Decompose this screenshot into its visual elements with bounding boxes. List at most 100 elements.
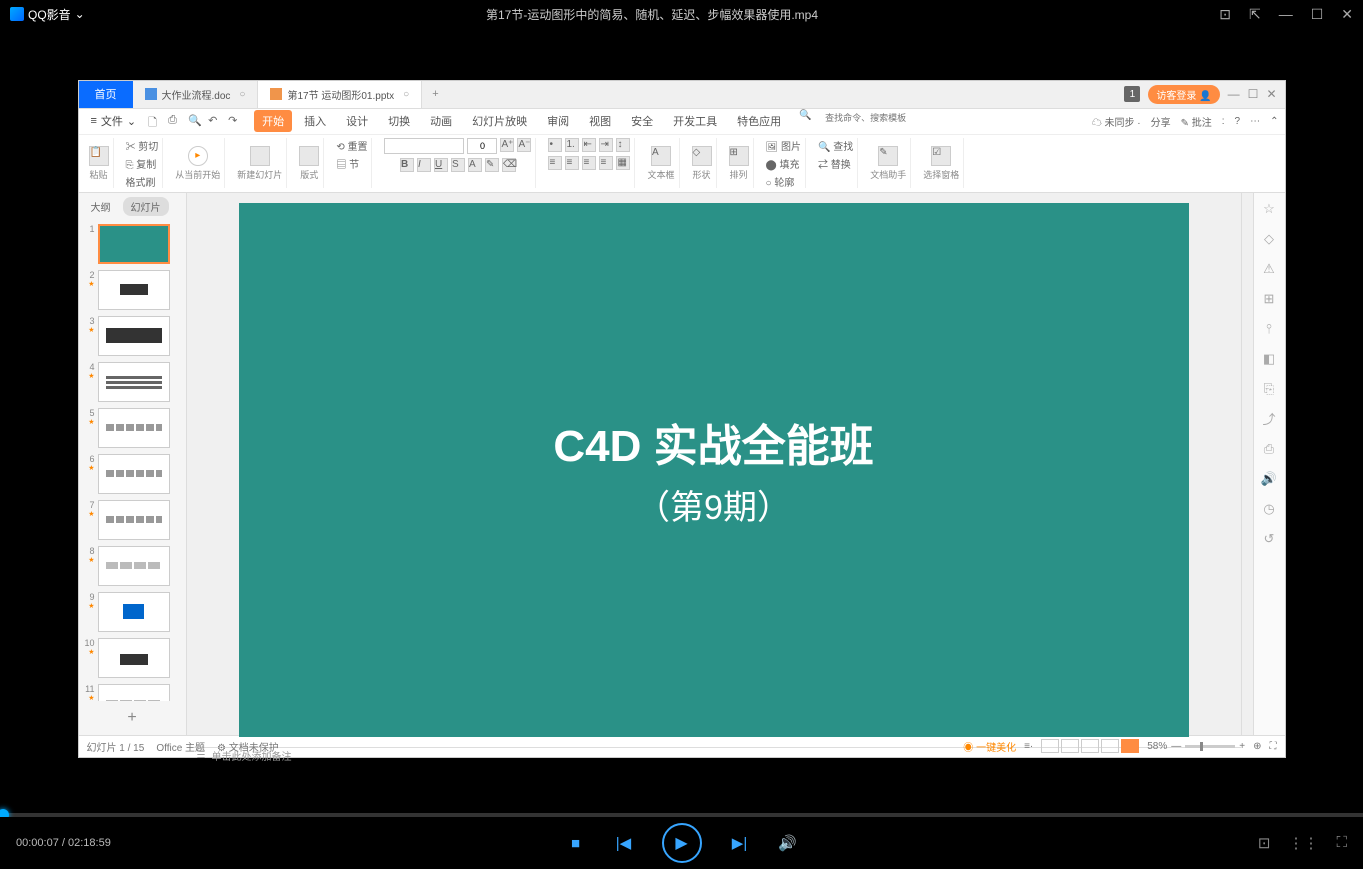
play-button[interactable]: ▶ xyxy=(662,823,702,863)
command-search[interactable] xyxy=(816,110,916,126)
wps-minimize[interactable]: — xyxy=(1228,87,1240,101)
tab-insert[interactable]: 插入 xyxy=(296,110,334,132)
replace-button[interactable]: ⇄ 替换 xyxy=(818,156,851,171)
comment-button[interactable]: ✎ 批注 xyxy=(1181,114,1212,129)
rp-history-icon[interactable]: ↺ xyxy=(1261,531,1277,547)
tab-transition[interactable]: 切换 xyxy=(380,110,418,132)
decrease-font[interactable]: A⁻ xyxy=(517,138,531,152)
tab-animation[interactable]: 动画 xyxy=(422,110,460,132)
wps-maximize[interactable]: ☐ xyxy=(1248,87,1259,101)
prev-button[interactable]: |◀ xyxy=(614,833,634,853)
more-button[interactable]: ⋯ xyxy=(1250,116,1260,127)
highlight[interactable]: ✎ xyxy=(485,158,499,172)
thumb-4[interactable]: 4★ xyxy=(83,362,182,402)
fill-button[interactable]: ⬤ 填充 xyxy=(766,156,800,171)
indent-dec[interactable]: ⇤ xyxy=(582,138,596,152)
rp-timer-icon[interactable]: ◷ xyxy=(1261,501,1277,517)
outline-button[interactable]: ○ 轮廓 xyxy=(766,174,795,189)
volume-button[interactable]: 🔊 xyxy=(778,833,798,853)
slides-tab[interactable]: 幻灯片 xyxy=(123,197,169,216)
wps-doc-tab[interactable]: 大作业流程.doc ○ xyxy=(133,81,259,108)
rp-design-icon[interactable]: ◇ xyxy=(1261,231,1277,247)
tab-start[interactable]: 开始 xyxy=(254,110,292,132)
qq-logo[interactable]: QQ影音 ⌄ xyxy=(10,6,85,23)
wps-ppt-tab[interactable]: 第17节 运动图形01.pptx ○ xyxy=(258,81,422,108)
align-left[interactable]: ≡ xyxy=(548,156,562,170)
notification-badge[interactable]: 1 xyxy=(1124,86,1140,102)
textbox-group[interactable]: A 文本框 xyxy=(643,138,679,188)
find-button[interactable]: 🔍 查找 xyxy=(818,138,853,153)
wps-home-tab[interactable]: 首页 xyxy=(79,81,133,108)
login-button[interactable]: 访客登录 👤 xyxy=(1148,85,1219,104)
italic-button[interactable]: I xyxy=(417,158,431,172)
playlist-button[interactable]: ⋮⋮ xyxy=(1288,834,1318,852)
line-spacing[interactable]: ↕ xyxy=(616,138,630,152)
fit-button[interactable]: ⊕ xyxy=(1253,741,1261,752)
shape-group[interactable]: ◇ 形状 xyxy=(688,138,717,188)
tab-close-icon[interactable]: ○ xyxy=(403,89,409,100)
columns[interactable]: ▦ xyxy=(616,156,630,170)
file-menu[interactable]: ≡ 文件 ⌄ xyxy=(85,111,143,131)
share-button[interactable]: 分享 xyxy=(1151,114,1171,129)
paste-group[interactable]: 📋 粘贴 xyxy=(85,138,114,188)
reset-button[interactable]: ⟲ 重置 xyxy=(336,138,367,153)
strike-button[interactable]: S xyxy=(451,158,465,172)
font-select[interactable] xyxy=(384,138,464,154)
close-button[interactable]: ✕ xyxy=(1341,6,1353,23)
clear-format[interactable]: ⌫ xyxy=(502,158,516,172)
rp-grid-icon[interactable]: ⊞ xyxy=(1261,291,1277,307)
underline-button[interactable]: U xyxy=(434,158,448,172)
undo-icon[interactable]: ↶ xyxy=(208,114,222,128)
thumb-6[interactable]: 6★ xyxy=(83,454,182,494)
dropdown-icon[interactable]: ⌄ xyxy=(75,7,85,21)
thumb-10[interactable]: 10★ xyxy=(83,638,182,678)
zoom-slider[interactable] xyxy=(1185,745,1235,748)
thumb-7[interactable]: 7★ xyxy=(83,500,182,540)
print-icon[interactable]: ⎙ xyxy=(168,114,182,128)
tab-security[interactable]: 安全 xyxy=(623,110,661,132)
thumbnail-list[interactable]: 1 2★ 3★ 4★ 5★ 6★ 7★ 8★ 9★ 10★ 11★ xyxy=(79,220,186,701)
tab-view[interactable]: 视图 xyxy=(581,110,619,132)
vertical-scrollbar[interactable] xyxy=(1241,193,1253,735)
redo-icon[interactable]: ↷ xyxy=(228,114,242,128)
help-button[interactable]: ? xyxy=(1235,116,1241,127)
font-color[interactable]: A xyxy=(468,158,482,172)
rp-favorite-icon[interactable]: ☆ xyxy=(1261,201,1277,217)
section-button[interactable]: ▤ 节 xyxy=(336,156,359,171)
pin-button[interactable]: ⇱ xyxy=(1249,6,1261,23)
thumb-3[interactable]: 3★ xyxy=(83,316,182,356)
align-justify[interactable]: ≡ xyxy=(599,156,613,170)
tab-close-icon[interactable]: ○ xyxy=(239,89,245,100)
tab-devtools[interactable]: 开发工具 xyxy=(665,110,725,132)
outline-tab[interactable]: 大纲 xyxy=(83,197,119,216)
font-size-input[interactable] xyxy=(467,138,497,154)
rp-layout-icon[interactable]: ◧ xyxy=(1261,351,1277,367)
rp-sound-icon[interactable]: 🔊 xyxy=(1261,471,1277,487)
indent-inc[interactable]: ⇥ xyxy=(599,138,613,152)
preview-icon[interactable]: 🔍 xyxy=(188,114,202,128)
thumb-2[interactable]: 2★ xyxy=(83,270,182,310)
numbering[interactable]: 1. xyxy=(565,138,579,152)
align-center[interactable]: ≡ xyxy=(565,156,579,170)
rp-print-icon[interactable]: ⎙ xyxy=(1261,441,1277,457)
save-icon[interactable]: 🗋 xyxy=(148,114,162,128)
layout-group[interactable]: 版式 xyxy=(295,138,324,188)
add-tab-button[interactable]: + xyxy=(422,81,448,108)
maximize-button[interactable]: ☐ xyxy=(1311,6,1324,23)
tab-slideshow[interactable]: 幻灯片放映 xyxy=(464,110,535,132)
pip-button[interactable]: ⊡ xyxy=(1219,6,1231,23)
snapshot-button[interactable]: ⊡ xyxy=(1258,834,1271,852)
play-group[interactable]: ▸ 从当前开始 xyxy=(171,138,225,188)
copy-button[interactable]: ⎘ 复制 xyxy=(126,156,157,171)
fullscreen-button[interactable]: ⛶ xyxy=(1270,741,1277,752)
thumb-5[interactable]: 5★ xyxy=(83,408,182,448)
select-group[interactable]: ☑ 选择窗格 xyxy=(919,138,964,188)
increase-font[interactable]: A⁺ xyxy=(500,138,514,152)
assistant-group[interactable]: ✎ 文档助手 xyxy=(866,138,911,188)
collapse-ribbon[interactable]: ⌃ xyxy=(1270,116,1278,127)
rp-export-icon[interactable]: ⤴ xyxy=(1261,411,1277,427)
next-button[interactable]: ▶| xyxy=(730,833,750,853)
arrange-group[interactable]: ⊞ 排列 xyxy=(725,138,754,188)
bold-button[interactable]: B xyxy=(400,158,414,172)
rp-copy-icon[interactable]: ⎘ xyxy=(1261,381,1277,397)
